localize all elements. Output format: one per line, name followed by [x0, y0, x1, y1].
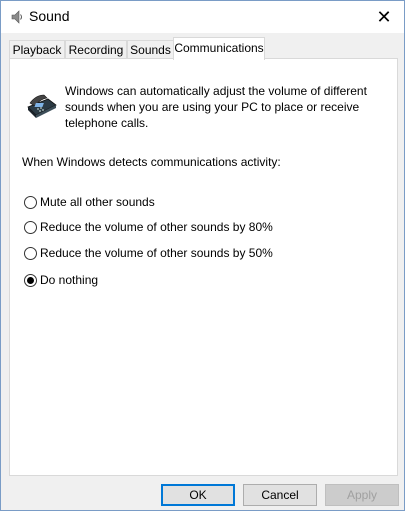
radio-label[interactable]: Reduce the volume of other sounds by 50% [40, 246, 273, 260]
cancel-button[interactable]: Cancel [243, 484, 317, 506]
window-title: Sound [29, 8, 70, 24]
telephone-icon [27, 94, 57, 118]
radio-button[interactable] [24, 246, 37, 260]
tab-sounds[interactable]: Sounds [127, 40, 174, 59]
tab-communications[interactable]: Communications [173, 37, 265, 60]
tab-recording[interactable]: Recording [65, 40, 127, 59]
detect-prompt: When Windows detects communications acti… [22, 155, 281, 169]
radio-button[interactable] [24, 195, 37, 209]
radio-label[interactable]: Mute all other sounds [40, 195, 155, 209]
radio-button-selected[interactable] [24, 273, 37, 287]
radio-label[interactable]: Do nothing [40, 273, 98, 287]
option-do-nothing[interactable]: Do nothing [24, 272, 98, 288]
apply-button[interactable]: Apply [325, 484, 399, 506]
option-reduce-50[interactable]: Reduce the volume of other sounds by 50% [24, 245, 273, 261]
communications-panel: Windows can automatically adjust the vol… [9, 58, 398, 476]
description-text: Windows can automatically adjust the vol… [65, 84, 367, 130]
radio-label[interactable]: Reduce the volume of other sounds by 80% [40, 220, 273, 234]
title-bar: Sound ✕ [1, 1, 404, 33]
tab-playback[interactable]: Playback [9, 40, 65, 59]
sound-dialog: Sound ✕ Playback Recording Sounds Commun… [0, 0, 405, 511]
option-mute-all[interactable]: Mute all other sounds [24, 194, 155, 210]
radio-button[interactable] [24, 220, 37, 234]
ok-button[interactable]: OK [161, 484, 235, 506]
speaker-icon [11, 10, 22, 24]
close-button[interactable]: ✕ [364, 1, 404, 33]
option-reduce-80[interactable]: Reduce the volume of other sounds by 80% [24, 219, 273, 235]
close-icon: ✕ [376, 6, 392, 27]
